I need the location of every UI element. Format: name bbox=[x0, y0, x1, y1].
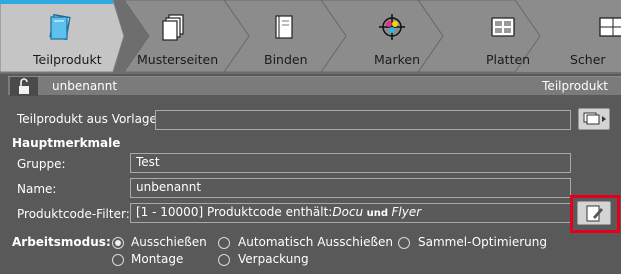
vorlage-field[interactable] bbox=[155, 110, 571, 130]
template-menu-icon bbox=[583, 112, 606, 125]
radio-label-sammel-optimierung[interactable]: Sammel-Optimierung bbox=[418, 235, 547, 249]
gruppe-field[interactable]: Test bbox=[130, 153, 571, 173]
musterseiten-icon bbox=[162, 14, 184, 41]
tab-label-platten: Platten bbox=[486, 52, 531, 67]
radio-ausschiessen[interactable] bbox=[112, 237, 124, 249]
radio-label-montage[interactable]: Montage bbox=[131, 252, 183, 266]
radio-montage[interactable] bbox=[112, 254, 124, 266]
filter-prefix: [1 - 10000] Produktcode enthält: bbox=[136, 205, 333, 219]
filter-field[interactable]: [1 - 10000] Produktcode enthält:Docu und… bbox=[130, 203, 571, 223]
highlight-box bbox=[570, 195, 620, 233]
binden-icon bbox=[275, 15, 293, 39]
lock-button[interactable] bbox=[10, 77, 38, 96]
gruppe-label: Gruppe: bbox=[17, 157, 66, 171]
part-product-header: unbenannt Teilprodukt bbox=[8, 76, 621, 96]
tab-teilprodukt[interactable]: Teilprodukt bbox=[0, 0, 120, 72]
radio-verpackung[interactable] bbox=[218, 254, 230, 266]
tab-label-musterseiten: Musterseiten bbox=[137, 52, 219, 67]
hauptmerkmale-heading: Hauptmerkmale bbox=[12, 136, 121, 150]
tab-musterseiten[interactable]: Musterseiten bbox=[124, 0, 224, 72]
lock-open-icon bbox=[19, 78, 29, 94]
tab-label-schema: Scher bbox=[570, 52, 606, 67]
tab-label-teilprodukt: Teilprodukt bbox=[33, 52, 102, 67]
platten-icon bbox=[491, 17, 515, 37]
name-label: Name: bbox=[17, 182, 57, 196]
marken-icon bbox=[379, 14, 405, 40]
teilprodukt-icon bbox=[49, 13, 71, 41]
header-product-name: unbenannt bbox=[52, 79, 118, 93]
schema-icon bbox=[599, 17, 621, 37]
filter-joiner: und bbox=[363, 208, 392, 219]
filter-term-1: Docu bbox=[332, 205, 364, 219]
filter-term-2: Flyer bbox=[391, 205, 422, 219]
radio-label-ausschiessen[interactable]: Ausschießen bbox=[131, 235, 207, 249]
radio-automatisch-ausschiessen[interactable] bbox=[218, 237, 230, 249]
radio-label-verpackung[interactable]: Verpackung bbox=[238, 252, 309, 266]
vorlage-label: Teilprodukt aus Vorlage: bbox=[17, 112, 161, 126]
arbeitsmodus-label: Arbeitsmodus: bbox=[12, 235, 111, 249]
radio-sammel-optimierung[interactable] bbox=[398, 237, 410, 249]
tab-label-marken: Marken bbox=[374, 52, 420, 67]
header-section-title: Teilprodukt bbox=[542, 79, 608, 93]
tab-schema[interactable]: Scher bbox=[540, 0, 621, 72]
vorlage-menu-button[interactable] bbox=[578, 108, 610, 130]
tab-marken[interactable]: Marken bbox=[321, 0, 421, 72]
tab-binden[interactable]: Binden bbox=[224, 0, 324, 72]
radio-label-automatisch-ausschiessen[interactable]: Automatisch Ausschießen bbox=[238, 235, 393, 249]
tab-label-binden: Binden bbox=[264, 52, 308, 67]
main-tab-bar: Teilprodukt Musterseiten Binden Marken P… bbox=[0, 0, 621, 74]
tab-platten[interactable]: Platten bbox=[418, 0, 530, 72]
name-field[interactable]: unbenannt bbox=[130, 178, 571, 198]
filter-label: Produktcode-Filter: bbox=[17, 207, 130, 221]
